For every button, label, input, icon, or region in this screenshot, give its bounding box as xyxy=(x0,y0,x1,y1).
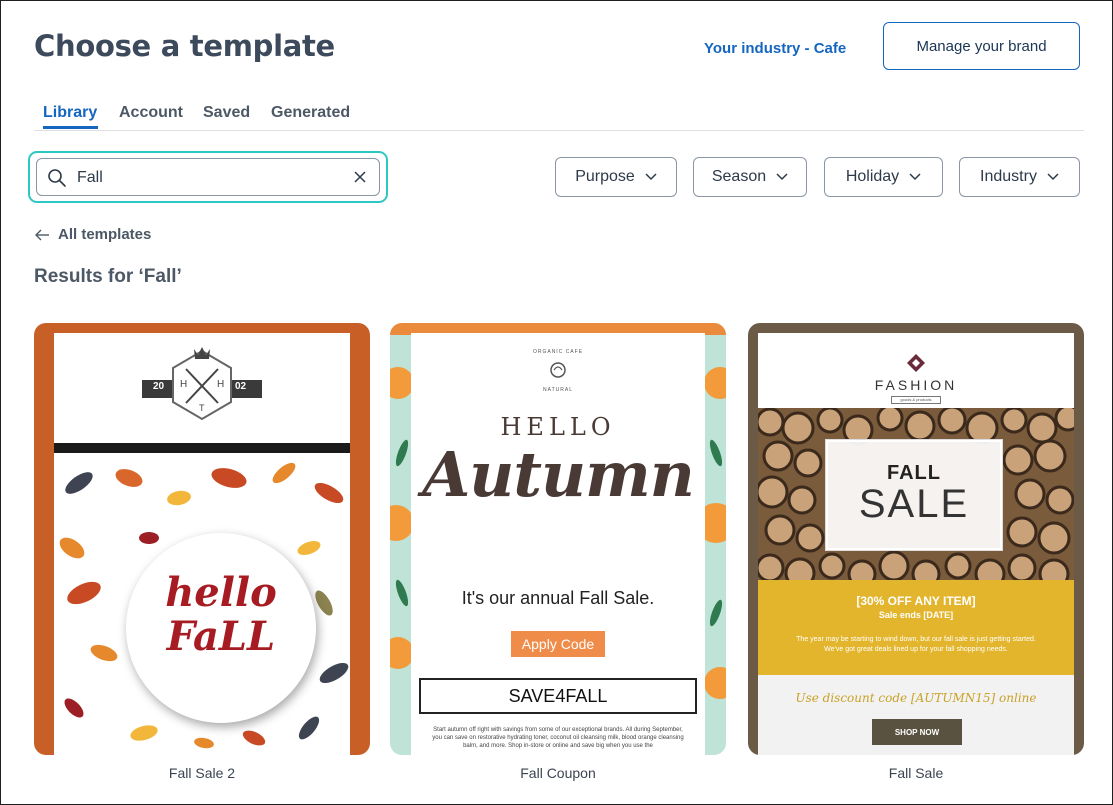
all-templates-link[interactable]: All templates xyxy=(34,226,151,243)
chevron-down-icon xyxy=(909,173,921,181)
autumn-heading: Autumn xyxy=(422,438,695,511)
tab-account[interactable]: Account xyxy=(119,104,183,122)
apply-code-button: Apply Code xyxy=(511,631,605,657)
logo-number-left: 20 xyxy=(153,381,165,392)
cafe-logo: ORGANIC CAFE NATURAL xyxy=(531,349,585,399)
hh-logo: 20 02 H H T xyxy=(54,333,350,443)
all-templates-label: All templates xyxy=(58,226,152,243)
filter-season-label: Season xyxy=(711,168,767,185)
filter-industry-label: Industry xyxy=(980,168,1037,185)
log-pile-image: FALL SALE xyxy=(758,408,1074,580)
headline-line-1: hello xyxy=(165,569,277,616)
filter-purpose-label: Purpose xyxy=(575,168,635,185)
offer-band: [30% OFF ANY ITEM] Sale ends [DATE] The … xyxy=(758,580,1074,675)
sale-ends-text: Sale ends [DATE] xyxy=(878,610,954,620)
fine-print: Start autumn off right with savings from… xyxy=(432,727,684,749)
template-card-fall-sale-2[interactable]: 20 02 H H T hello FaLL xyxy=(34,323,370,755)
arrow-left-icon xyxy=(35,229,49,240)
logo-letter-right: H xyxy=(217,379,225,390)
sale-heading: SALE xyxy=(858,482,970,526)
tagline: It's our annual Fall Sale. xyxy=(461,588,655,608)
headline-text: hello FaLL xyxy=(126,571,316,659)
window-frame: Choose a template Your industry - Cafe M… xyxy=(0,0,1113,805)
template-name[interactable]: Fall Coupon xyxy=(390,765,726,781)
template-card-fall-sale[interactable]: FASHION goods & products FALL SALE [30% … xyxy=(748,323,1084,755)
filter-holiday[interactable]: Holiday xyxy=(824,157,943,197)
search-icon xyxy=(48,169,66,187)
logo-letter-left: H xyxy=(180,379,188,390)
template-preview: 20 02 H H T hello FaLL xyxy=(54,333,350,755)
manage-brand-button[interactable]: Manage your brand xyxy=(883,22,1080,70)
template-name[interactable]: Fall Sale xyxy=(748,765,1084,781)
brand-name: FASHION xyxy=(874,377,958,393)
search-box[interactable] xyxy=(36,158,380,196)
chevron-down-icon xyxy=(645,173,657,181)
results-heading: Results for ‘Fall’ xyxy=(34,266,182,287)
cafe-logo-sub: NATURAL xyxy=(543,387,573,393)
headline-line-2: FaLL xyxy=(166,613,276,660)
coupon-code: SAVE4FALL xyxy=(419,678,697,714)
chevron-down-icon xyxy=(1047,173,1059,181)
divider-bar xyxy=(54,443,350,453)
discount-text: Use discount code [AUTUMN15] online xyxy=(795,691,1037,705)
filter-season[interactable]: Season xyxy=(693,157,807,197)
template-card-fall-coupon[interactable]: ORGANIC CAFE NATURAL HELLO Autumn It's o… xyxy=(390,323,726,755)
filter-holiday-label: Holiday xyxy=(845,168,900,185)
leaf-icon xyxy=(550,362,566,378)
page-title: Choose a template xyxy=(34,29,335,63)
hello-heading: HELLO xyxy=(500,413,616,441)
template-name[interactable]: Fall Sale 2 xyxy=(34,765,370,781)
tab-bar: Library Account Saved Generated xyxy=(34,101,1084,131)
discount-area: Use discount code [AUTUMN15] online SHOP… xyxy=(758,675,1074,755)
clear-icon[interactable] xyxy=(353,170,367,184)
brand-sub: goods & products xyxy=(891,396,941,404)
search-input[interactable] xyxy=(77,165,337,191)
cafe-logo-text: ORGANIC CAFE xyxy=(532,349,584,355)
template-preview: ORGANIC CAFE NATURAL HELLO Autumn It's o… xyxy=(411,333,705,755)
offer-text: [30% OFF ANY ITEM] xyxy=(856,594,976,608)
industry-link[interactable]: Your industry - Cafe xyxy=(704,40,846,57)
logo-letter-bottom: T xyxy=(199,403,205,413)
filter-purpose[interactable]: Purpose xyxy=(555,157,677,197)
offer-body: The year may be starting to wind down, b… xyxy=(796,636,1036,653)
chevron-down-icon xyxy=(776,173,788,181)
sale-panel: FALL SALE xyxy=(825,439,1003,551)
tab-generated[interactable]: Generated xyxy=(271,104,350,122)
shop-now-button: SHOP NOW xyxy=(872,719,962,745)
logo-number-right: 02 xyxy=(235,381,247,392)
active-tab-indicator xyxy=(43,126,98,129)
template-preview: FASHION goods & products FALL SALE [30% … xyxy=(758,333,1074,755)
tab-saved[interactable]: Saved xyxy=(203,104,250,122)
filter-industry[interactable]: Industry xyxy=(959,157,1080,197)
tab-library[interactable]: Library xyxy=(43,104,97,122)
diamond-icon xyxy=(907,354,925,372)
